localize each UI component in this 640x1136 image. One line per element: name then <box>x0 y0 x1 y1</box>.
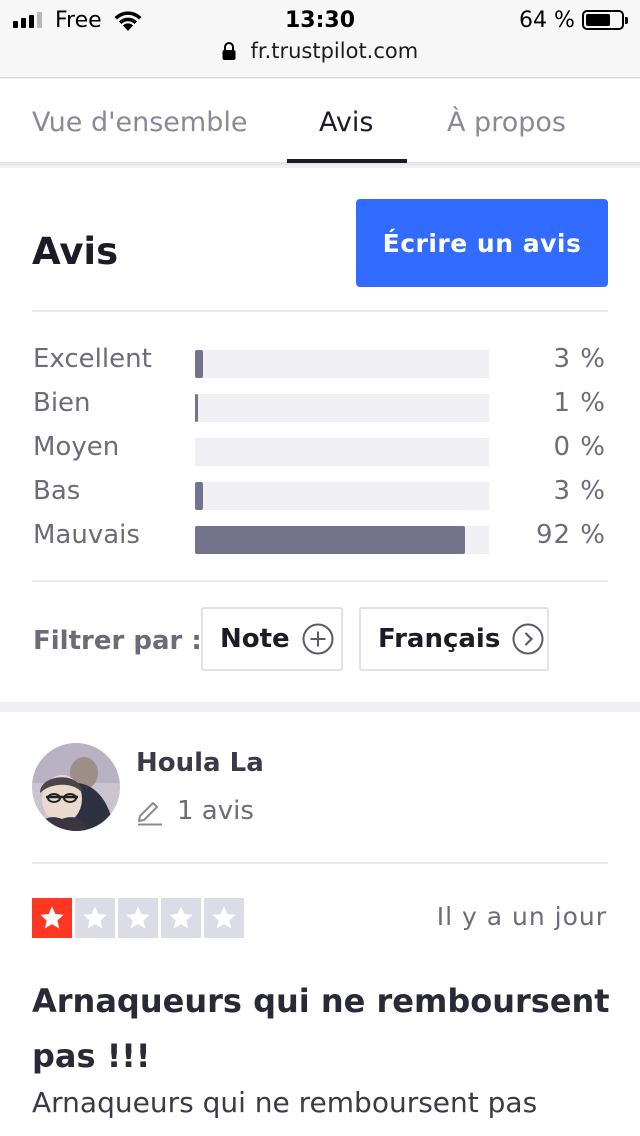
divider <box>32 310 608 312</box>
star-icon <box>32 898 72 938</box>
star-icon <box>75 898 115 938</box>
tab-bar: Vue d'ensemble Avis À propos <box>0 79 640 165</box>
filter-language-button[interactable]: Français <box>359 607 549 671</box>
rating-row-mauvais[interactable]: Mauvais 92 % <box>0 518 640 562</box>
filter-note-label: Note <box>220 624 290 654</box>
review-card: Houla La 1 avis Il y a un jour Arnaqueur… <box>0 712 640 1136</box>
browser-chrome: Free 13:30 64 % fr.trustpilot.com <box>0 0 640 78</box>
rating-bar-fill <box>195 526 465 554</box>
url-text: fr.trustpilot.com <box>250 39 419 63</box>
write-review-button[interactable]: Écrire un avis <box>356 199 608 287</box>
active-tab-indicator <box>287 159 407 163</box>
reviews-summary-card: Avis Écrire un avis Excellent 3 % Bien 1… <box>0 168 640 702</box>
rating-percent: 92 % <box>535 520 606 550</box>
filter-note-button[interactable]: Note <box>201 607 343 671</box>
rating-row-moyen[interactable]: Moyen 0 % <box>0 430 640 474</box>
rating-percent: 3 % <box>553 476 606 506</box>
rating-row-bas[interactable]: Bas 3 % <box>0 474 640 518</box>
star-rating <box>32 898 244 938</box>
lock-icon <box>222 42 236 60</box>
star-icon <box>161 898 201 938</box>
review-date: Il y a un jour <box>436 902 607 931</box>
reviewer-review-count: 1 avis <box>177 796 254 826</box>
review-body: Arnaqueurs qui ne remboursent pas <box>32 1086 538 1119</box>
avatar[interactable] <box>32 743 120 831</box>
rating-percent: 3 % <box>553 344 606 374</box>
star-icon <box>118 898 158 938</box>
rating-percent: 1 % <box>553 388 606 418</box>
plus-circle-icon <box>302 623 334 655</box>
rating-label: Excellent <box>33 344 152 374</box>
rating-bar-fill <box>195 482 203 510</box>
rating-bar-fill <box>195 350 203 378</box>
reviewer-name[interactable]: Houla La <box>136 748 264 778</box>
rating-bar-track <box>195 394 489 422</box>
review-title[interactable]: Arnaqueurs qui ne remboursent pas !!! <box>32 974 622 1084</box>
divider <box>32 862 608 864</box>
rating-bar-fill <box>195 394 198 422</box>
rating-bar-track <box>195 526 489 554</box>
filter-language-label: Français <box>378 624 501 654</box>
rating-bar-track <box>195 482 489 510</box>
rating-row-bien[interactable]: Bien 1 % <box>0 386 640 430</box>
filter-label: Filtrer par : <box>33 626 202 656</box>
rating-label: Bien <box>33 388 91 418</box>
rating-bar-track <box>195 438 489 466</box>
chevron-right-circle-icon <box>512 623 544 655</box>
tab-overview[interactable]: Vue d'ensemble <box>32 107 247 138</box>
rating-percent: 0 % <box>553 432 606 462</box>
pencil-icon <box>138 802 162 826</box>
page-title: Avis <box>32 230 119 273</box>
battery-icon <box>582 10 628 30</box>
star-icon <box>204 898 244 938</box>
battery-percentage: 64 % <box>519 8 575 33</box>
rating-row-excellent[interactable]: Excellent 3 % <box>0 342 640 386</box>
rating-label: Bas <box>33 476 81 506</box>
divider <box>32 580 608 582</box>
tab-reviews[interactable]: Avis <box>319 107 373 138</box>
rating-bar-track <box>195 350 489 378</box>
address-bar[interactable]: fr.trustpilot.com <box>0 38 640 70</box>
rating-label: Mauvais <box>33 520 140 550</box>
tab-about[interactable]: À propos <box>447 107 566 138</box>
rating-label: Moyen <box>33 432 120 462</box>
status-bar: Free 13:30 64 % <box>0 0 640 40</box>
